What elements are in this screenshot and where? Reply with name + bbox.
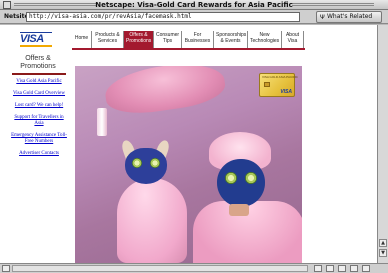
logo-blue-band (20, 32, 52, 33)
component-navigator-icon[interactable] (314, 265, 322, 272)
status-message-area (12, 265, 308, 272)
dog-towel-shape (117, 178, 187, 263)
sidebar-link-support-travellers[interactable]: Support for Travellers in Asia (10, 115, 68, 127)
window-title-bar[interactable]: Netscape: Visa-Gold Card Rewards for Asi… (0, 0, 388, 10)
status-bar (0, 263, 388, 273)
location-toolbar: Netsite: http://visa-asia.com/pr/revAsia… (0, 10, 388, 24)
sidebar-link-visa-gold-card-overview[interactable]: Visa Gold Card Overview (10, 91, 68, 97)
pink-table-shape (102, 66, 228, 119)
section-title: Offers & Promotions (20, 55, 56, 70)
whats-related-button[interactable]: Ψ What's Related (316, 11, 382, 23)
tab-about-visa[interactable]: About Visa (282, 31, 304, 48)
woman-face-mask (217, 159, 265, 207)
security-lock-icon[interactable] (2, 265, 10, 272)
visa-logo-text: VISA (20, 33, 44, 45)
logo-gold-band (20, 45, 52, 47)
section-divider (12, 73, 66, 75)
resize-grip-icon[interactable] (362, 265, 370, 272)
sidebar-link-lost-card[interactable]: Lost card? We can help! (10, 103, 68, 109)
tab-sponsorships-events[interactable]: Sponsorships & Events (214, 31, 248, 48)
cucumber-slice (150, 158, 160, 168)
tab-for-businesses[interactable]: For Businesses (182, 31, 214, 48)
tab-products-services[interactable]: Products & Services (92, 31, 124, 48)
neck-shape (229, 204, 249, 216)
card-visa-logo: VISA (280, 89, 292, 95)
tab-offers-promotions[interactable]: Offers & Promotions (124, 31, 154, 48)
cucumber-slice (245, 172, 257, 184)
window-title: Netscape: Visa-Gold Card Rewards for Asi… (95, 1, 293, 9)
url-field[interactable]: http://visa-asia.com/pr/revAsia/facemask… (26, 12, 300, 22)
sidebar-links: Visa Gold Asia Pacific Visa Gold Card Ov… (10, 79, 68, 163)
sidebar-link-visa-gold-asia-pacific[interactable]: Visa Gold Asia Pacific (10, 79, 68, 85)
newsgroups-icon[interactable] (338, 265, 346, 272)
tab-home[interactable]: Home (72, 31, 92, 48)
mail-icon[interactable] (326, 265, 334, 272)
whats-related-label: What's Related (327, 13, 373, 20)
tab-new-technologies[interactable]: New Technologies (248, 31, 282, 48)
sidebar-link-advertiser-contacts[interactable]: Advertiser Contacts (10, 151, 68, 157)
glass-shape (97, 108, 107, 136)
tab-consumer-tips[interactable]: Consumer Tips (154, 31, 182, 48)
composer-icon[interactable] (350, 265, 358, 272)
scroll-down-arrow-icon[interactable]: ▼ (379, 249, 387, 257)
facemask-promo-image: VISA GOLD ASIA PACIFIC VISA (75, 66, 302, 263)
dog-face-mask (125, 148, 167, 184)
nav-underline (72, 48, 305, 50)
visa-gold-card: VISA GOLD ASIA PACIFIC VISA (259, 73, 298, 97)
scroll-up-arrow-icon[interactable]: ▲ (379, 239, 387, 247)
cucumber-slice (132, 158, 142, 168)
web-page: VISA Offers & Promotions Visa Gold Asia … (0, 25, 377, 263)
visa-logo[interactable]: VISA (20, 32, 52, 47)
vertical-scrollbar[interactable]: ▲ ▼ (377, 25, 388, 263)
trident-icon: Ψ (320, 14, 325, 21)
card-chip (264, 82, 270, 87)
top-nav: Home Products & Services Offers & Promot… (72, 31, 304, 48)
card-text: VISA GOLD ASIA PACIFIC (262, 75, 298, 79)
cucumber-slice (225, 172, 237, 184)
sidebar-link-emergency-assistance[interactable]: Emergency Assistance Toll-Free Numbers (10, 133, 68, 145)
